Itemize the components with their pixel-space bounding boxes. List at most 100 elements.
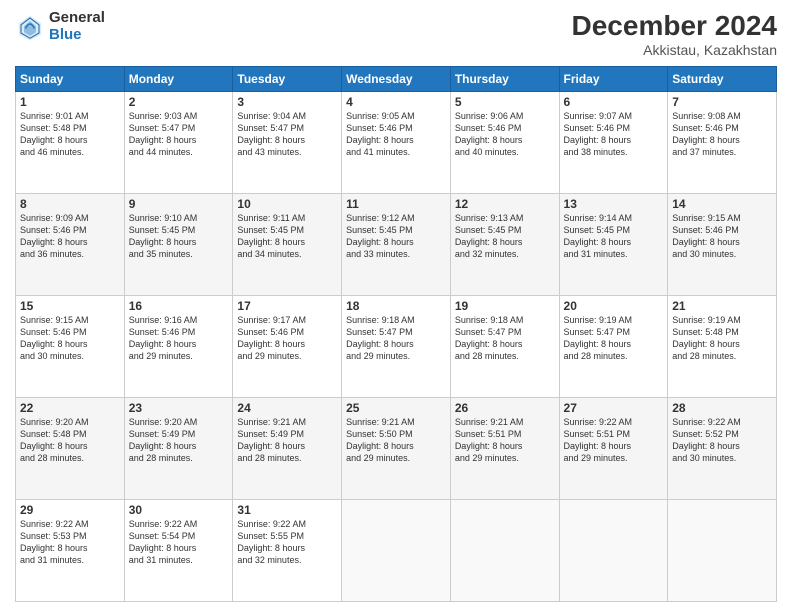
day-info: Sunrise: 9:20 AM Sunset: 5:49 PM Dayligh… [129,416,229,465]
calendar-cell: 2 Sunrise: 9:03 AM Sunset: 5:47 PM Dayli… [124,92,233,194]
calendar-header-sunday: Sunday [16,67,125,92]
day-number: 9 [129,197,229,211]
day-number: 26 [455,401,555,415]
day-info: Sunrise: 9:22 AM Sunset: 5:54 PM Dayligh… [129,518,229,567]
calendar-table: SundayMondayTuesdayWednesdayThursdayFrid… [15,66,777,602]
day-info: Sunrise: 9:13 AM Sunset: 5:45 PM Dayligh… [455,212,555,261]
day-info: Sunrise: 9:14 AM Sunset: 5:45 PM Dayligh… [564,212,664,261]
day-info: Sunrise: 9:20 AM Sunset: 5:48 PM Dayligh… [20,416,120,465]
calendar-cell: 17 Sunrise: 9:17 AM Sunset: 5:46 PM Dayl… [233,296,342,398]
day-info: Sunrise: 9:11 AM Sunset: 5:45 PM Dayligh… [237,212,337,261]
day-number: 28 [672,401,772,415]
calendar-cell: 19 Sunrise: 9:18 AM Sunset: 5:47 PM Dayl… [450,296,559,398]
day-info: Sunrise: 9:07 AM Sunset: 5:46 PM Dayligh… [564,110,664,159]
day-number: 19 [455,299,555,313]
calendar-cell: 25 Sunrise: 9:21 AM Sunset: 5:50 PM Dayl… [342,398,451,500]
day-number: 18 [346,299,446,313]
day-info: Sunrise: 9:19 AM Sunset: 5:47 PM Dayligh… [564,314,664,363]
logo-blue-text: Blue [49,27,105,44]
calendar-cell: 7 Sunrise: 9:08 AM Sunset: 5:46 PM Dayli… [668,92,777,194]
day-number: 11 [346,197,446,211]
day-number: 7 [672,95,772,109]
day-info: Sunrise: 9:21 AM Sunset: 5:49 PM Dayligh… [237,416,337,465]
calendar-cell: 9 Sunrise: 9:10 AM Sunset: 5:45 PM Dayli… [124,194,233,296]
day-number: 14 [672,197,772,211]
calendar-cell: 26 Sunrise: 9:21 AM Sunset: 5:51 PM Dayl… [450,398,559,500]
day-number: 30 [129,503,229,517]
day-info: Sunrise: 9:06 AM Sunset: 5:46 PM Dayligh… [455,110,555,159]
calendar-cell: 30 Sunrise: 9:22 AM Sunset: 5:54 PM Dayl… [124,500,233,602]
day-info: Sunrise: 9:15 AM Sunset: 5:46 PM Dayligh… [672,212,772,261]
calendar-week-1: 1 Sunrise: 9:01 AM Sunset: 5:48 PM Dayli… [16,92,777,194]
day-number: 23 [129,401,229,415]
day-number: 2 [129,95,229,109]
day-info: Sunrise: 9:09 AM Sunset: 5:46 PM Dayligh… [20,212,120,261]
calendar-cell: 15 Sunrise: 9:15 AM Sunset: 5:46 PM Dayl… [16,296,125,398]
day-info: Sunrise: 9:04 AM Sunset: 5:47 PM Dayligh… [237,110,337,159]
location-subtitle: Akkistau, Kazakhstan [572,42,777,58]
day-number: 4 [346,95,446,109]
logo: General Blue [15,10,105,43]
day-info: Sunrise: 9:18 AM Sunset: 5:47 PM Dayligh… [455,314,555,363]
calendar-cell: 27 Sunrise: 9:22 AM Sunset: 5:51 PM Dayl… [559,398,668,500]
day-info: Sunrise: 9:22 AM Sunset: 5:51 PM Dayligh… [564,416,664,465]
calendar-cell: 20 Sunrise: 9:19 AM Sunset: 5:47 PM Dayl… [559,296,668,398]
calendar-cell: 18 Sunrise: 9:18 AM Sunset: 5:47 PM Dayl… [342,296,451,398]
calendar-cell: 1 Sunrise: 9:01 AM Sunset: 5:48 PM Dayli… [16,92,125,194]
calendar-cell: 12 Sunrise: 9:13 AM Sunset: 5:45 PM Dayl… [450,194,559,296]
calendar-header-wednesday: Wednesday [342,67,451,92]
calendar-cell: 13 Sunrise: 9:14 AM Sunset: 5:45 PM Dayl… [559,194,668,296]
day-number: 21 [672,299,772,313]
calendar-cell: 29 Sunrise: 9:22 AM Sunset: 5:53 PM Dayl… [16,500,125,602]
day-info: Sunrise: 9:19 AM Sunset: 5:48 PM Dayligh… [672,314,772,363]
day-number: 8 [20,197,120,211]
logo-text: General Blue [49,10,105,43]
calendar-cell: 21 Sunrise: 9:19 AM Sunset: 5:48 PM Dayl… [668,296,777,398]
calendar-cell: 14 Sunrise: 9:15 AM Sunset: 5:46 PM Dayl… [668,194,777,296]
calendar-cell: 22 Sunrise: 9:20 AM Sunset: 5:48 PM Dayl… [16,398,125,500]
calendar-header-tuesday: Tuesday [233,67,342,92]
calendar-week-2: 8 Sunrise: 9:09 AM Sunset: 5:46 PM Dayli… [16,194,777,296]
calendar-cell: 10 Sunrise: 9:11 AM Sunset: 5:45 PM Dayl… [233,194,342,296]
day-info: Sunrise: 9:15 AM Sunset: 5:46 PM Dayligh… [20,314,120,363]
day-number: 29 [20,503,120,517]
calendar-cell: 11 Sunrise: 9:12 AM Sunset: 5:45 PM Dayl… [342,194,451,296]
day-number: 12 [455,197,555,211]
header: General Blue December 2024 Akkistau, Kaz… [15,10,777,58]
calendar-header-friday: Friday [559,67,668,92]
day-number: 20 [564,299,664,313]
day-number: 25 [346,401,446,415]
day-number: 24 [237,401,337,415]
day-info: Sunrise: 9:05 AM Sunset: 5:46 PM Dayligh… [346,110,446,159]
day-number: 22 [20,401,120,415]
calendar-cell: 24 Sunrise: 9:21 AM Sunset: 5:49 PM Dayl… [233,398,342,500]
day-info: Sunrise: 9:17 AM Sunset: 5:46 PM Dayligh… [237,314,337,363]
day-info: Sunrise: 9:16 AM Sunset: 5:46 PM Dayligh… [129,314,229,363]
calendar-cell: 6 Sunrise: 9:07 AM Sunset: 5:46 PM Dayli… [559,92,668,194]
calendar-header-monday: Monday [124,67,233,92]
day-info: Sunrise: 9:21 AM Sunset: 5:51 PM Dayligh… [455,416,555,465]
calendar-cell [559,500,668,602]
day-number: 16 [129,299,229,313]
calendar-cell: 5 Sunrise: 9:06 AM Sunset: 5:46 PM Dayli… [450,92,559,194]
calendar-week-5: 29 Sunrise: 9:22 AM Sunset: 5:53 PM Dayl… [16,500,777,602]
day-info: Sunrise: 9:22 AM Sunset: 5:55 PM Dayligh… [237,518,337,567]
calendar-cell: 28 Sunrise: 9:22 AM Sunset: 5:52 PM Dayl… [668,398,777,500]
day-info: Sunrise: 9:01 AM Sunset: 5:48 PM Dayligh… [20,110,120,159]
calendar-cell: 31 Sunrise: 9:22 AM Sunset: 5:55 PM Dayl… [233,500,342,602]
day-info: Sunrise: 9:10 AM Sunset: 5:45 PM Dayligh… [129,212,229,261]
month-title: December 2024 [572,10,777,42]
day-number: 17 [237,299,337,313]
calendar-header-row: SundayMondayTuesdayWednesdayThursdayFrid… [16,67,777,92]
day-info: Sunrise: 9:18 AM Sunset: 5:47 PM Dayligh… [346,314,446,363]
calendar-header-saturday: Saturday [668,67,777,92]
calendar-cell: 4 Sunrise: 9:05 AM Sunset: 5:46 PM Dayli… [342,92,451,194]
calendar-header-thursday: Thursday [450,67,559,92]
day-number: 5 [455,95,555,109]
calendar-cell [668,500,777,602]
day-number: 15 [20,299,120,313]
page: General Blue December 2024 Akkistau, Kaz… [0,0,792,612]
logo-general-text: General [49,10,105,27]
day-number: 10 [237,197,337,211]
day-info: Sunrise: 9:12 AM Sunset: 5:45 PM Dayligh… [346,212,446,261]
